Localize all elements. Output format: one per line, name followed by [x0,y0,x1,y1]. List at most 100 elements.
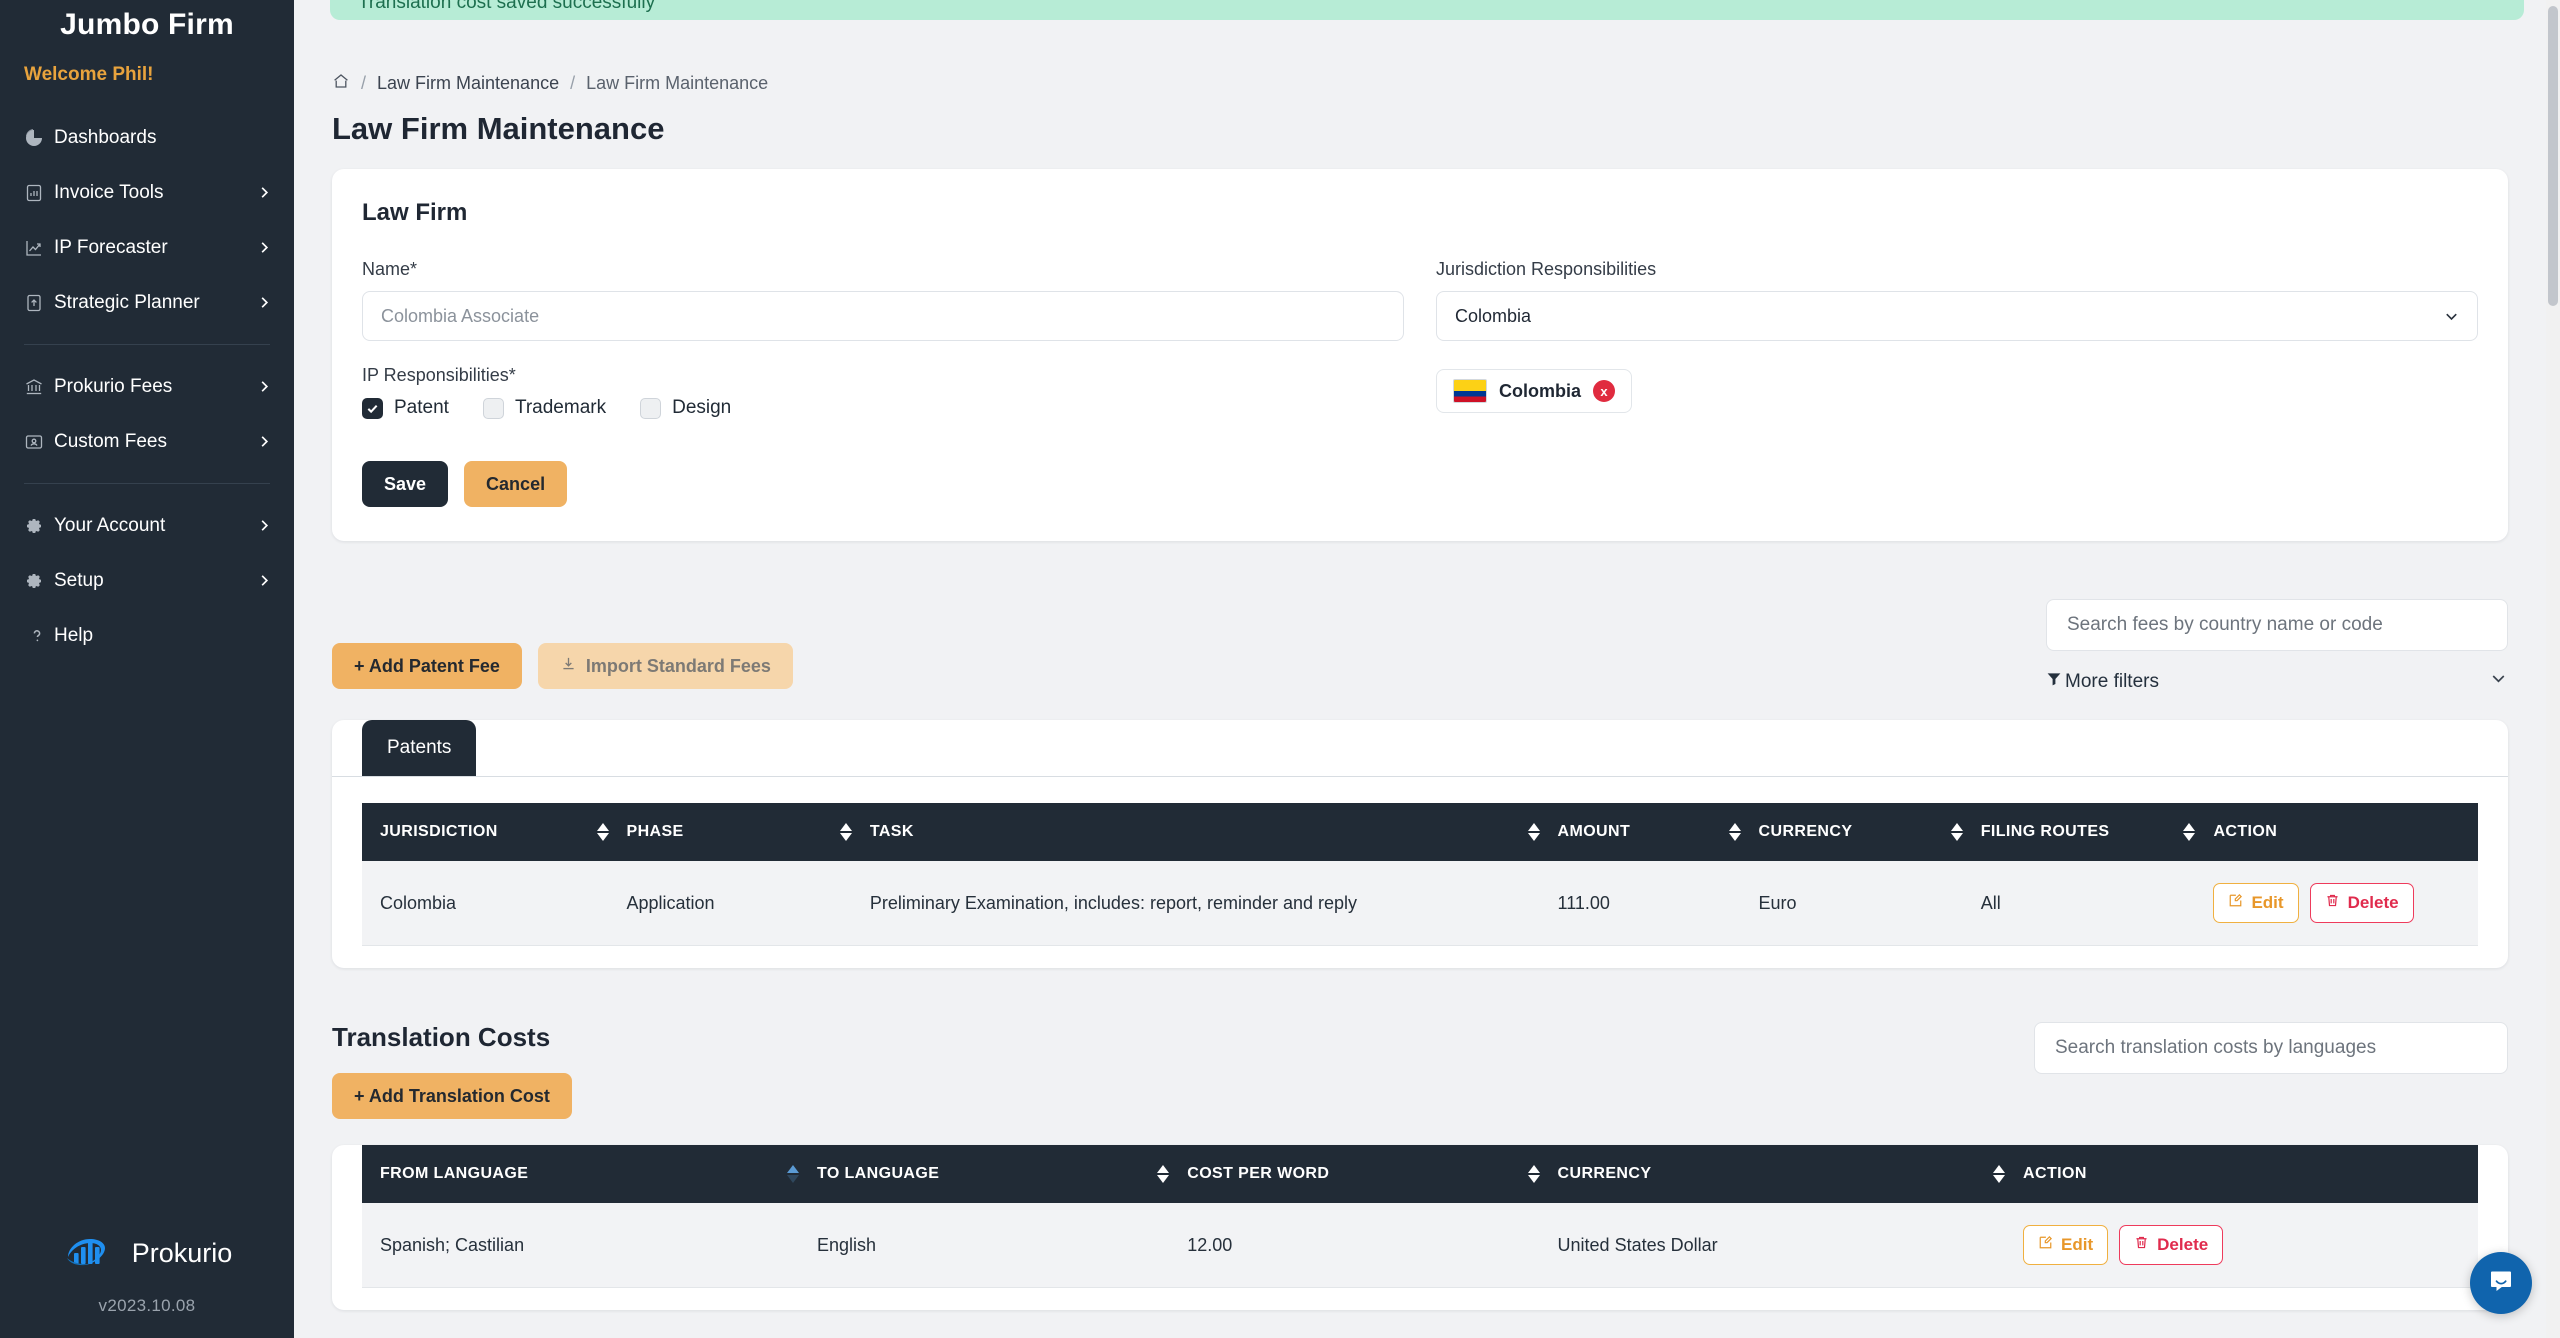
sort-icon[interactable] [2183,823,2196,841]
checkbox-patent[interactable]: Patent [362,397,449,419]
more-filters-toggle[interactable]: More filters [2046,669,2508,694]
edit-button[interactable]: Edit [2213,883,2299,923]
translation-table-wrap: FROM LANGUAGE TO LANGUAGE COST PER WORD [332,1145,2508,1288]
sidebar-item-label: Strategic Planner [54,291,200,313]
th-action: ACTION [2213,803,2478,861]
sidebar-item-label: Custom Fees [54,430,167,452]
translation-costs-table: FROM LANGUAGE TO LANGUAGE COST PER WORD [362,1145,2478,1288]
delete-button[interactable]: Delete [2309,883,2414,923]
checkbox-design[interactable]: Design [640,397,731,419]
patents-tabs: Patents [332,720,2508,777]
gear-icon [24,571,54,591]
name-input[interactable] [362,291,1404,341]
translation-costs-header: Translation Costs + Add Translation Cost [332,1022,2508,1119]
th-label: JURISDICTION [380,823,498,840]
th-to-language[interactable]: TO LANGUAGE [816,1145,1188,1203]
sidebar-divider-2 [24,483,270,484]
nav-group-primary: Dashboards Invoice Tools IP Forecaster S… [0,110,294,330]
sort-icon[interactable] [1527,1165,1540,1183]
sidebar-nav: Dashboards Invoice Tools IP Forecaster S… [0,110,294,663]
breadcrumb-separator: / [570,73,576,93]
chevron-right-icon [257,240,272,255]
chevron-down-icon[interactable] [2489,669,2508,694]
add-translation-cost-button[interactable]: + Add Translation Cost [332,1073,572,1119]
checkbox-box[interactable] [640,397,662,419]
table-row: Spanish; Castilian English 12.00 United … [362,1203,2478,1288]
intercom-launcher-button[interactable] [2470,1252,2532,1314]
th-from-language[interactable]: FROM LANGUAGE [362,1145,817,1203]
delete-button[interactable]: Delete [2119,1225,2224,1265]
law-firm-card: Law Firm Name* IP Responsibilities* Pate… [332,169,2508,541]
chevron-right-icon [257,295,272,310]
import-standard-fees-button[interactable]: Import Standard Fees [537,643,793,689]
checkbox-box[interactable] [482,397,504,419]
chip-remove-icon[interactable]: x [1593,380,1616,402]
nav-group-fees: Prokurio Fees Custom Fees [0,359,294,469]
sort-icon[interactable] [1993,1165,2006,1183]
add-patent-fee-button[interactable]: + Add Patent Fee [332,643,522,689]
sidebar-item-help[interactable]: Help [0,608,294,663]
chevron-down-icon[interactable] [2443,291,2460,341]
th-currency[interactable]: CURRENCY [1758,803,1981,861]
th-phase[interactable]: PHASE [626,803,870,861]
ip-responsibilities-group: Patent Trademark Design [362,397,1404,419]
sidebar-item-setup[interactable]: Setup [0,553,294,608]
sidebar-item-invoice-tools[interactable]: Invoice Tools [0,165,294,220]
chevron-right-icon [257,434,272,449]
prokurio-logo-text: Prokurio [131,1238,233,1268]
save-button[interactable]: Save [362,461,449,507]
th-amount[interactable]: AMOUNT [1557,803,1759,861]
patents-table-head: JURISDICTION PHASE TASK AMOUNT CURRENCY … [362,803,2478,861]
tab-patents[interactable]: Patents [362,720,477,776]
sidebar-item-strategic-planner[interactable]: Strategic Planner [0,275,294,330]
cell-cost-per-word: 12.00 [1187,1203,1558,1288]
checkbox-trademark[interactable]: Trademark [482,397,606,419]
sort-icon[interactable] [839,823,852,841]
th-cost-per-word[interactable]: COST PER WORD [1187,1145,1558,1203]
checkbox-box[interactable] [362,397,383,419]
sort-icon[interactable] [596,823,609,841]
breadcrumb-item-1[interactable]: Law Firm Maintenance [377,73,559,94]
th-label: TO LANGUAGE [816,1165,940,1182]
sidebar-item-dashboards[interactable]: Dashboards [0,110,294,165]
patents-panel: Patents JURISDICTION PHASE TASK AMOUNT C… [332,720,2508,968]
th-filing-routes[interactable]: FILING ROUTES [1980,803,2214,861]
edit-button[interactable]: Edit [2023,1225,2109,1265]
jurisdiction-select[interactable]: Colombia [1436,291,2478,341]
fees-toolbar: + Add Patent Fee Import Standard Fees Se… [332,599,2508,694]
cancel-button[interactable]: Cancel [464,461,568,507]
fees-search-input[interactable] [2046,599,2508,651]
th-task[interactable]: TASK [869,803,1558,861]
jurisdiction-select-wrap: Colombia [1436,291,2478,341]
download-icon [560,655,577,677]
sidebar-item-your-account[interactable]: Your Account [0,498,294,553]
jurisdiction-selected-value: Colombia [1455,305,1532,326]
table-row: Colombia Application Preliminary Examina… [362,861,2478,946]
trash-icon [2325,893,2340,913]
sidebar-item-prokurio-fees[interactable]: Prokurio Fees [0,359,294,414]
translation-table-body: Spanish; Castilian English 12.00 United … [362,1203,2478,1288]
gear-icon [24,516,54,536]
sidebar-item-custom-fees[interactable]: Custom Fees [0,414,294,469]
translation-header-row: FROM LANGUAGE TO LANGUAGE COST PER WORD [362,1145,2478,1203]
scrollbar-thumb[interactable] [2548,6,2558,306]
app-root: Jumbo Firm Welcome Phil! Dashboards Invo… [0,0,2560,1338]
sidebar-item-ip-forecaster[interactable]: IP Forecaster [0,220,294,275]
th-jurisdiction[interactable]: JURISDICTION [362,803,627,861]
sort-icon[interactable] [1950,823,1963,841]
sidebar: Jumbo Firm Welcome Phil! Dashboards Invo… [0,0,294,1338]
th-label: FROM LANGUAGE [380,1165,529,1182]
sidebar-item-label: IP Forecaster [54,236,168,258]
sort-icon[interactable] [1728,823,1741,841]
translation-search-input[interactable] [2034,1022,2508,1074]
delete-label: Delete [2157,1235,2209,1254]
prokurio-mark-icon [62,1227,118,1280]
page-scrollbar[interactable] [2546,0,2560,1338]
th-currency[interactable]: CURRENCY [1557,1145,2024,1203]
chip-label: Colombia [1499,380,1582,401]
sort-icon[interactable] [1527,823,1540,841]
colombia-flag-icon [1453,379,1487,403]
home-icon[interactable] [332,72,350,95]
sort-icon[interactable] [1157,1165,1170,1183]
sort-icon-active[interactable] [786,1165,799,1183]
